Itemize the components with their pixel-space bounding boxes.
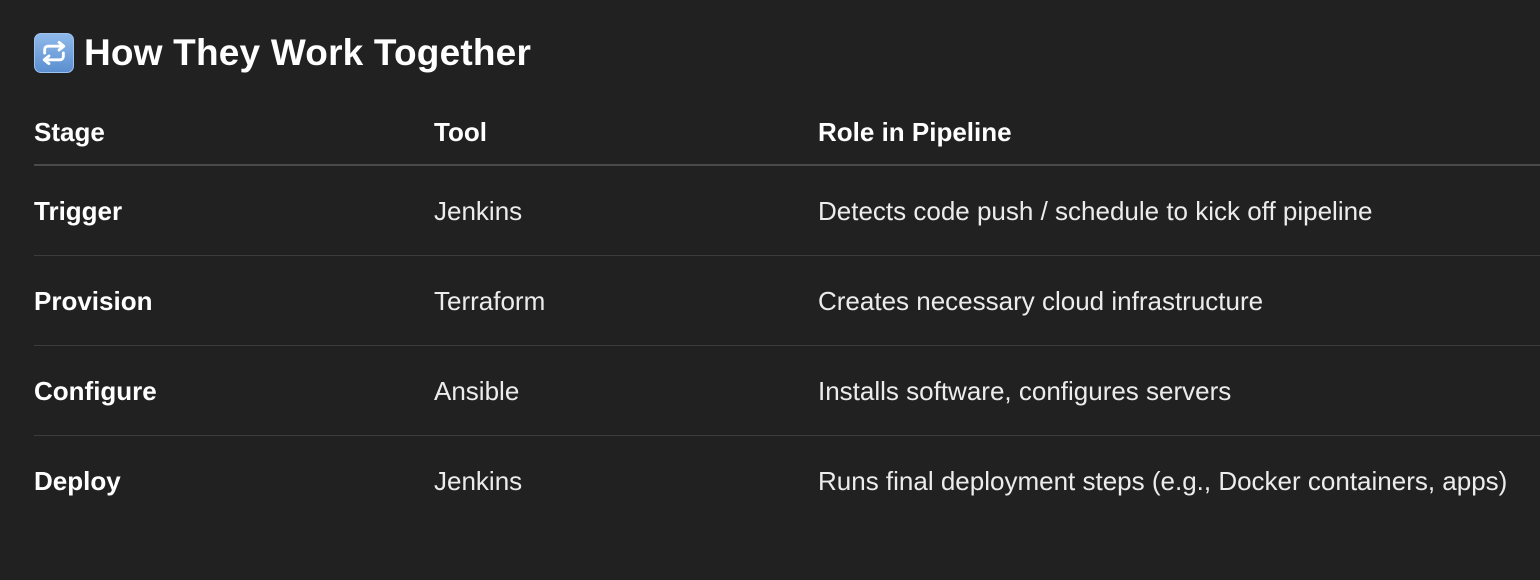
stage-cell: Trigger [34,165,434,256]
repeat-arrows-icon [34,33,74,73]
stage-cell: Deploy [34,466,121,496]
section-heading: How They Work Together [34,30,531,76]
table-row: Deploy Jenkins Runs final deployment ste… [34,436,1540,526]
column-header-tool: Tool [434,100,818,166]
tool-cell: Ansible [434,345,818,436]
stage-cell: Configure [34,345,434,436]
table-row: Provision Terraform Creates necessary cl… [34,255,1540,346]
tool-cell: Jenkins [434,466,523,496]
section-title: How They Work Together [84,32,532,73]
column-header-stage: Stage [34,100,434,166]
table-row: Configure Ansible Installs software, con… [34,345,1540,436]
role-cell: Installs software, configures servers [818,345,1540,436]
column-header-role: Role in Pipeline [818,100,1540,166]
stage-cell: Provision [34,255,434,346]
role-cell: Runs final deployment steps (e.g., Docke… [818,466,1508,496]
pipeline-table: Stage Tool Role in Pipeline Trigger Jenk… [34,100,1540,525]
table-header-row: Stage Tool Role in Pipeline [34,100,1540,166]
tool-cell: Terraform [434,255,818,346]
role-cell: Detects code push / schedule to kick off… [818,165,1540,256]
table-row: Trigger Jenkins Detects code push / sche… [34,165,1540,256]
tool-cell: Jenkins [434,165,818,256]
role-cell: Creates necessary cloud infrastructure [818,255,1540,346]
